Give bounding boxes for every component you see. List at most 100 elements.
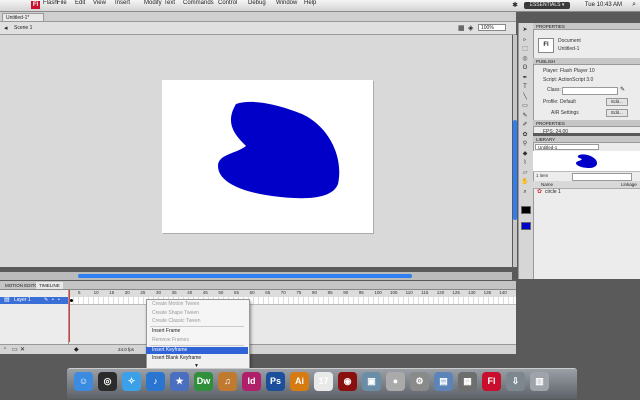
wifi-icon[interactable]: ◠	[526, 1, 532, 9]
apple-icon[interactable]: ●	[386, 372, 405, 391]
publish-header[interactable]: PUBLISH	[533, 58, 640, 65]
pencil-tool-icon[interactable]: ✎	[520, 112, 530, 120]
flash-app-icon: Fl	[31, 1, 40, 9]
garageband-icon[interactable]: ♫	[218, 372, 237, 391]
fps-readout[interactable]: 24.0 fps	[118, 347, 134, 352]
deco-tool-icon[interactable]: ✿	[520, 131, 530, 139]
library-header[interactable]: LIBRARY	[533, 136, 640, 143]
pen-icon[interactable]: ✒	[520, 74, 530, 82]
itunes-icon[interactable]: ♪	[146, 372, 165, 391]
keyframe-dot[interactable]	[70, 299, 73, 302]
flash-icon[interactable]: Fl	[482, 372, 501, 391]
bone-tool-icon[interactable]: ⚲	[520, 140, 530, 148]
bluetooth-icon[interactable]: ✱	[512, 1, 518, 9]
menu-item-file[interactable]: File	[57, 0, 67, 6]
preferences-icon[interactable]: ⚙	[410, 372, 429, 391]
playhead[interactable]	[69, 290, 70, 342]
air-edit-button[interactable]: Edit...	[606, 109, 628, 117]
dreamweaver-icon[interactable]: Dw	[194, 372, 213, 391]
visibility-dot-icon[interactable]: •	[52, 297, 54, 304]
back-arrow-icon[interactable]: ◂	[4, 24, 8, 32]
3d-rotation-icon[interactable]: ◎	[520, 55, 530, 63]
eraser-icon[interactable]: ▱	[520, 169, 530, 177]
center-frame-icon[interactable]: ◆	[74, 346, 79, 353]
script-label: Script: ActionScript 3.0	[543, 77, 594, 83]
context-menu-item[interactable]: Insert Blank Keyframe	[146, 355, 248, 362]
hand-tool-icon[interactable]: ✋	[520, 178, 530, 186]
text-tool-icon[interactable]: T	[520, 83, 530, 91]
photoshop-icon[interactable]: Ps	[266, 372, 285, 391]
column-name[interactable]: Name	[541, 181, 553, 188]
iphoto-icon[interactable]: ▣	[362, 372, 381, 391]
vertical-scroll-thumb[interactable]	[513, 120, 517, 220]
menu-item-view[interactable]: View	[93, 0, 106, 6]
dashboard-icon[interactable]: ◎	[98, 372, 117, 391]
menu-item-modify[interactable]: Modify	[144, 0, 162, 6]
menu-item-text[interactable]: Text	[164, 0, 175, 6]
preview-icon[interactable]: ▤	[434, 372, 453, 391]
trash-icon[interactable]: ▥	[530, 372, 549, 391]
paint-bucket-icon[interactable]: ◆	[520, 150, 530, 158]
layer-row[interactable]: ▤ Layer 1 ✎ • •	[0, 297, 68, 304]
library-item[interactable]: ✿ circle 1	[533, 189, 640, 196]
context-menu-item[interactable]: Insert Frame	[146, 328, 248, 335]
pencil-icon[interactable]: ✎	[44, 297, 48, 304]
frame-cells[interactable]	[69, 297, 516, 305]
menu-item-debug[interactable]: Debug	[248, 0, 266, 6]
selection-tool-icon[interactable]: ➤	[520, 26, 530, 34]
more-arrow-icon[interactable]: ▼	[194, 363, 199, 369]
edit-scene-icon[interactable]: ▦	[458, 24, 465, 32]
fill-color-swatch[interactable]	[521, 222, 531, 230]
ical-icon[interactable]: 17	[314, 372, 333, 391]
pencil-icon[interactable]: ✎	[620, 86, 625, 93]
menu-item-help[interactable]: Help	[304, 0, 316, 6]
photo-booth-icon[interactable]: ◉	[338, 372, 357, 391]
ruler-number: 100	[374, 290, 382, 295]
class-field[interactable]	[562, 87, 618, 95]
library-document-select[interactable]: Untitled-1	[535, 144, 599, 150]
properties-subheader[interactable]: PROPERTIES	[533, 120, 640, 127]
menu-item-flash[interactable]: Flash	[43, 0, 58, 6]
line-tool-icon[interactable]: ╲	[520, 93, 530, 101]
expose-icon[interactable]: ▦	[458, 372, 477, 391]
column-linkage[interactable]: Linkage	[621, 181, 637, 188]
free-transform-icon[interactable]: ⬚	[520, 45, 530, 53]
library-search[interactable]	[572, 173, 632, 181]
menu-item-insert[interactable]: Insert	[115, 0, 130, 6]
timeline-footer: ▫ ▭ ✕ ◆ 24.0 fps	[0, 344, 516, 354]
stage[interactable]	[162, 80, 373, 233]
menu-item-edit[interactable]: Edit	[75, 0, 85, 6]
edit-symbol-icon[interactable]: ◈	[468, 24, 473, 32]
eyedropper-icon[interactable]: ⌇	[520, 159, 530, 167]
rectangle-tool-icon[interactable]: ▭	[520, 102, 530, 110]
delete-layer-icon[interactable]: ✕	[20, 346, 25, 353]
spotlight-icon[interactable]: ⌕	[632, 1, 636, 9]
horizontal-scroll-thumb[interactable]	[78, 274, 412, 278]
safari-icon[interactable]: ✧	[122, 372, 141, 391]
scene-label[interactable]: Scene 1	[14, 25, 32, 31]
new-folder-icon[interactable]: ▭	[12, 346, 18, 353]
menubar-clock[interactable]: Tue 10:43 AM	[585, 2, 622, 8]
profile-edit-button[interactable]: Edit...	[606, 98, 628, 106]
lasso-icon[interactable]: ʘ	[520, 64, 530, 72]
tab-timeline[interactable]: TIMELINE	[36, 282, 63, 289]
zoom-field[interactable]: 100%	[478, 24, 506, 31]
menu-item-window[interactable]: Window	[276, 0, 297, 6]
indesign-icon[interactable]: Id	[242, 372, 261, 391]
lock-dot-icon[interactable]: •	[58, 297, 60, 304]
document-tab[interactable]: Untitled-1*	[2, 13, 44, 21]
illustrator-icon[interactable]: Ai	[290, 372, 309, 391]
downloads-icon[interactable]: ⇩	[506, 372, 525, 391]
imovie-icon[interactable]: ★	[170, 372, 189, 391]
finder-icon[interactable]: ☺	[74, 372, 93, 391]
new-layer-icon[interactable]: ▫	[4, 346, 6, 352]
brush-tool-icon[interactable]: ✐	[520, 121, 530, 129]
subselection-tool-icon[interactable]: ▹	[520, 36, 530, 44]
context-menu-item[interactable]: Insert Keyframe	[146, 347, 248, 354]
stroke-color-swatch[interactable]	[521, 206, 531, 214]
blue-shape[interactable]	[162, 80, 373, 233]
properties-header[interactable]: PROPERTIES	[533, 23, 640, 30]
menu-item-commands[interactable]: Commands	[183, 0, 214, 6]
zoom-tool-icon[interactable]: ⌕	[520, 188, 530, 196]
menu-item-control[interactable]: Control	[218, 0, 237, 6]
